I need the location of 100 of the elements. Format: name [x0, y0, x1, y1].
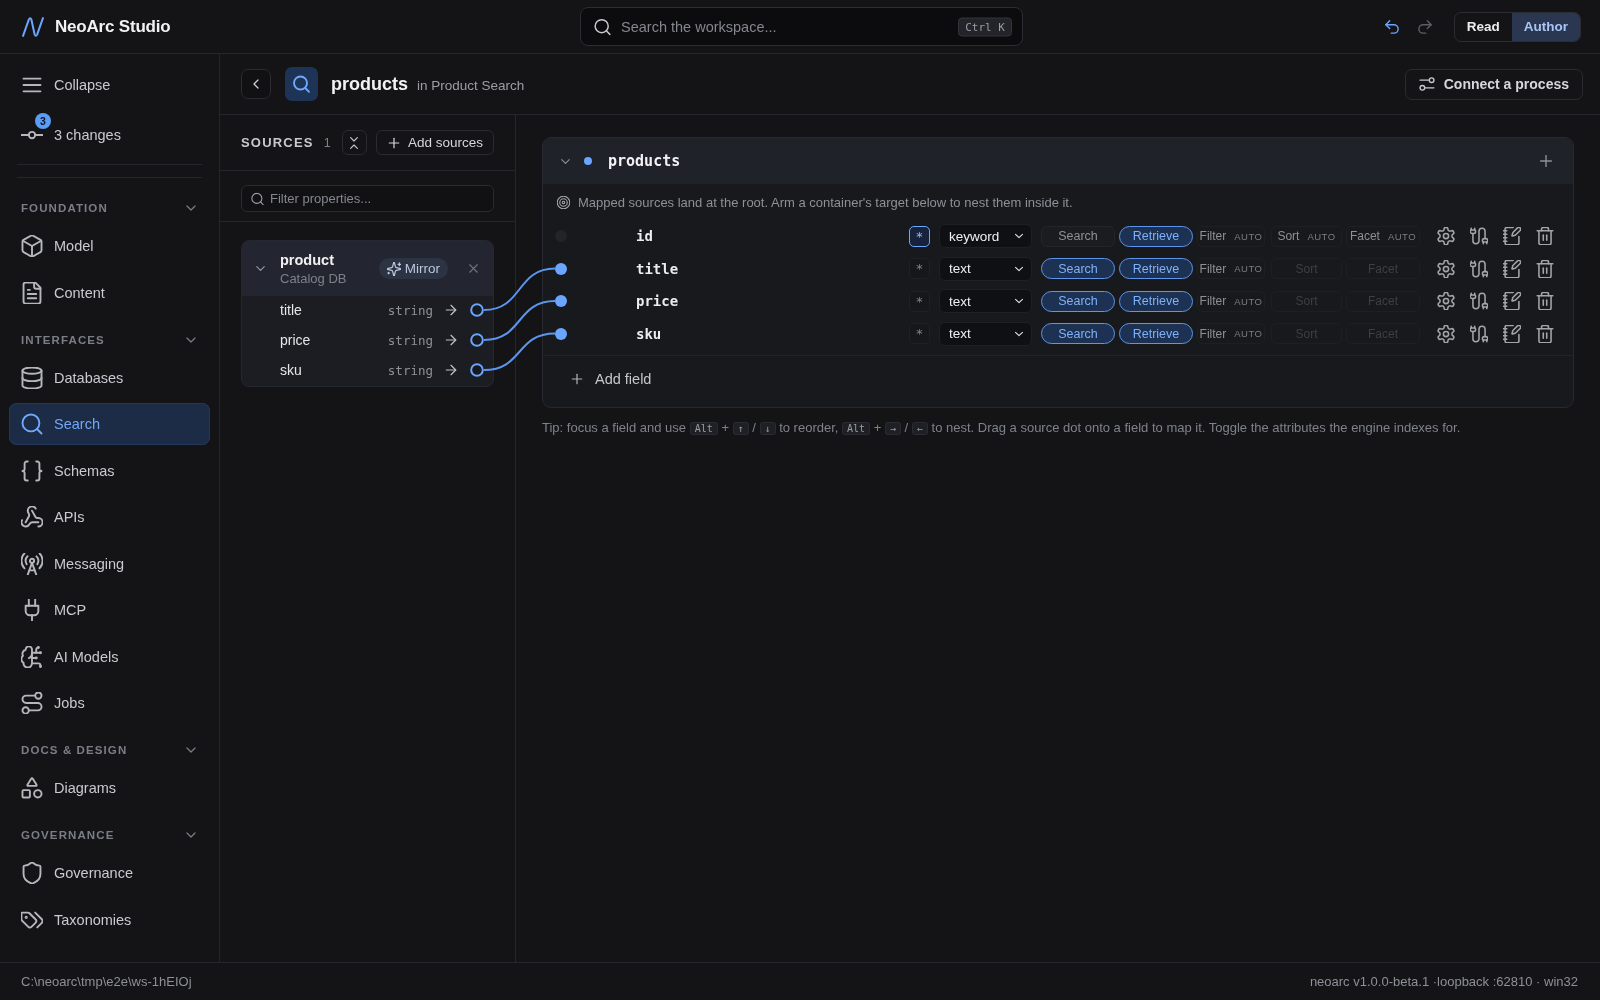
- search-icon: [21, 413, 43, 435]
- plus-icon: [386, 135, 401, 150]
- search-icon: [594, 18, 611, 35]
- index-toggle[interactable]: Retrieve: [1119, 290, 1193, 312]
- mapping-dot-icon[interactable]: [555, 262, 567, 275]
- search-icon: [285, 67, 318, 101]
- cube-icon: [21, 235, 43, 257]
- mode-tab[interactable]: Author: [1511, 12, 1580, 41]
- source-handle-icon[interactable]: [470, 333, 484, 347]
- notebook-pen-icon[interactable]: [1503, 227, 1521, 245]
- arrow-right-icon[interactable]: [444, 333, 458, 347]
- cable-icon[interactable]: [1470, 259, 1488, 278]
- nav-item[interactable]: Search: [9, 403, 210, 445]
- schema-name: products: [608, 152, 681, 170]
- nav-item[interactable]: Databases: [9, 356, 210, 399]
- type-select[interactable]: text: [939, 321, 1032, 346]
- field-name: price: [636, 293, 679, 309]
- primary-toggle[interactable]: *: [909, 258, 930, 279]
- tip-text: Tip: focus a field and use Alt + ↑ / ↓ to reorder, Alt + → / ← to nest. Drag a source dot onto a field to map it. Toggle the attributes the engine indexes for.: [542, 418, 1462, 437]
- collapse-all-button[interactable]: [341, 130, 367, 155]
- trash-icon[interactable]: [1536, 259, 1554, 278]
- webhook-icon: [21, 506, 43, 528]
- notebook-pen-icon[interactable]: [1503, 324, 1521, 343]
- notebook-pen-icon[interactable]: [1503, 259, 1521, 278]
- index-toggle[interactable]: Filter AUTO: [1197, 225, 1265, 247]
- connect-process-button[interactable]: Connect a process: [1404, 68, 1583, 100]
- cable-icon[interactable]: [1470, 227, 1488, 245]
- primary-toggle[interactable]: *: [909, 225, 930, 247]
- settings-icon[interactable]: [1437, 259, 1455, 278]
- cable-icon[interactable]: [1470, 292, 1488, 310]
- section-header[interactable]: DOCS & DESIGN: [9, 738, 210, 762]
- sliders-icon: [1418, 76, 1435, 92]
- undo-icon[interactable]: [1383, 18, 1400, 35]
- index-toggle[interactable]: Retrieve: [1119, 225, 1193, 247]
- index-toggle[interactable]: Search: [1041, 323, 1115, 344]
- settings-icon[interactable]: [1437, 324, 1455, 343]
- index-toggle[interactable]: Retrieve: [1119, 258, 1193, 279]
- nav-item[interactable]: Jobs: [9, 682, 210, 724]
- back-button[interactable]: [241, 69, 271, 99]
- field-name: id: [636, 228, 653, 244]
- status-dot-icon: [584, 157, 592, 165]
- trash-icon[interactable]: [1536, 292, 1554, 310]
- arrow-right-icon[interactable]: [444, 363, 458, 377]
- mapping-dot-icon[interactable]: [555, 327, 567, 340]
- shield-icon: [21, 862, 43, 884]
- index-toggle[interactable]: Filter AUTO: [1197, 323, 1265, 344]
- source-handle-icon[interactable]: [470, 303, 484, 317]
- index-toggle[interactable]: Search: [1041, 290, 1115, 312]
- index-toggle[interactable]: Search: [1041, 225, 1115, 247]
- route-icon: [21, 692, 43, 714]
- mapping-dot-icon[interactable]: [555, 295, 567, 307]
- nav-item[interactable]: Governance: [9, 852, 210, 894]
- panel-title: SOURCES: [241, 135, 314, 150]
- index-toggle[interactable]: Sort AUTO: [1271, 225, 1342, 247]
- nav-item[interactable]: Taxonomies: [9, 898, 210, 941]
- arrow-right-icon[interactable]: [444, 303, 458, 317]
- primary-toggle[interactable]: *: [909, 323, 930, 344]
- add-field-button[interactable]: Add field: [570, 364, 652, 393]
- property-name: sku: [280, 362, 302, 378]
- changes-button[interactable]: 3 3 changes: [9, 114, 210, 156]
- trash-icon[interactable]: [1536, 227, 1554, 245]
- section-header[interactable]: INTERFACES: [9, 327, 210, 352]
- nav-item[interactable]: Model: [9, 225, 210, 267]
- type-select[interactable]: text: [939, 289, 1032, 313]
- index-toggle[interactable]: Filter AUTO: [1197, 258, 1265, 279]
- settings-icon[interactable]: [1437, 227, 1455, 245]
- plus-icon[interactable]: [1538, 153, 1554, 169]
- page-context: in Product Search: [417, 78, 525, 93]
- nav-item[interactable]: Messaging: [9, 542, 210, 585]
- property-name: price: [280, 332, 311, 348]
- field-name: title: [636, 260, 679, 277]
- type-select[interactable]: keyword: [939, 224, 1032, 248]
- type-select[interactable]: text: [939, 256, 1032, 281]
- add-sources-button[interactable]: Add sources: [375, 130, 494, 155]
- trash-icon[interactable]: [1536, 324, 1554, 343]
- notebook-pen-icon[interactable]: [1503, 292, 1521, 310]
- nav-item[interactable]: AI Models: [9, 635, 210, 678]
- index-toggle[interactable]: Facet AUTO: [1346, 225, 1420, 247]
- count-badge: 3: [35, 113, 51, 129]
- nav-item[interactable]: Schemas: [9, 449, 210, 492]
- cable-icon[interactable]: [1470, 324, 1488, 343]
- braces-icon: [21, 459, 43, 482]
- section-header[interactable]: FOUNDATION: [9, 196, 210, 220]
- nav-item[interactable]: Diagrams: [9, 767, 210, 809]
- index-toggle[interactable]: Search: [1041, 258, 1115, 279]
- collapse-button[interactable]: Collapse: [9, 64, 210, 106]
- close-icon[interactable]: [467, 262, 480, 275]
- primary-toggle[interactable]: *: [909, 290, 930, 312]
- index-toggle[interactable]: Filter AUTO: [1197, 290, 1265, 312]
- index-toggle[interactable]: Retrieve: [1119, 323, 1193, 344]
- nav-item[interactable]: APIs: [9, 496, 210, 538]
- filter-field[interactable]: Filter properties...: [241, 185, 494, 212]
- source-handle-icon[interactable]: [470, 363, 484, 377]
- nav-item[interactable]: MCP: [9, 589, 210, 631]
- mode-tab[interactable]: Read: [1454, 12, 1512, 41]
- settings-icon[interactable]: [1437, 292, 1455, 310]
- target-icon: [557, 195, 570, 209]
- nav-item[interactable]: Content: [9, 271, 210, 314]
- section-header[interactable]: GOVERNANCE: [9, 823, 210, 847]
- mirror-badge[interactable]: Mirror: [378, 258, 448, 279]
